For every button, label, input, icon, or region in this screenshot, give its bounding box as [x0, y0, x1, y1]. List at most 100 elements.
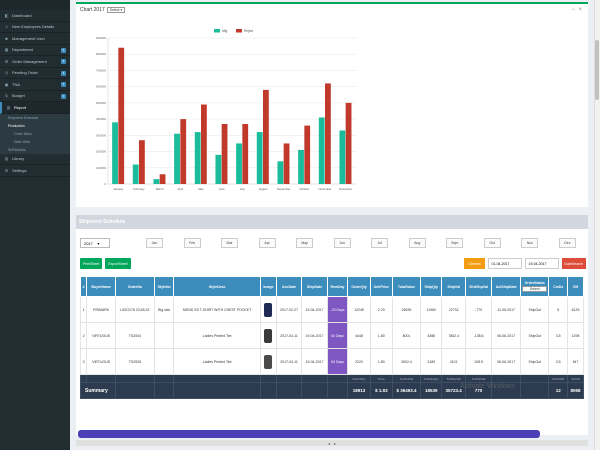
table-row[interactable]: 1 PRIMARK L82O176 23,55,32 Big star MENS SS … — [79, 296, 584, 323]
bar-reject — [221, 123, 228, 184]
table-row[interactable]: 3 VIRTUOUS TS2005 Ladies Printed Tee 2017-04… — [79, 348, 584, 375]
column-header[interactable]: StyleDesc — [173, 276, 261, 297]
summary-cell: $ 36493.4 — [392, 382, 421, 399]
y-tick-label: 400000 — [96, 117, 106, 121]
cell-oqty: 2220 — [347, 348, 371, 375]
column-header[interactable]: CM — [567, 276, 584, 297]
month-button-jul[interactable]: Jul — [371, 238, 389, 248]
month-button-jan[interactable]: Jan — [146, 238, 163, 248]
cell-order: L82O176 23,55,32 — [114, 296, 155, 323]
sidebar-item-label: Department — [12, 47, 33, 53]
cell-short: -770 — [464, 296, 493, 323]
cell-status: ShipOut — [520, 296, 550, 323]
sidebar-sub-shipment-schedule[interactable]: Shipment Schedule — [0, 114, 70, 122]
summary-cell — [114, 382, 155, 399]
sidebar-item-label: Management User — [12, 35, 45, 41]
year-dropdown[interactable]: 2017 ▾ — [80, 238, 110, 248]
print-sheet-button[interactable]: PrintSheet — [80, 258, 103, 269]
scroll-right-icon[interactable]: ▸ — [334, 441, 336, 446]
column-header[interactable]: CmDz — [548, 276, 569, 297]
table-row[interactable]: 2 VIRTUOUS TS2004 Ladies Printed Tee 2017-04… — [79, 322, 584, 349]
calendar-icon: ▣ — [4, 81, 9, 87]
product-thumbnail[interactable] — [264, 354, 273, 369]
sidebar-item-settings[interactable]: ⚙ Settings — [0, 165, 70, 177]
vertical-scrollbar[interactable] — [594, 0, 600, 450]
year-select[interactable]: Select ▾ — [106, 7, 126, 13]
sidebar-item-new-employees-details[interactable]: ☺ New Employees Details — [0, 22, 70, 33]
sidebar-item-label: Order Management — [12, 58, 47, 64]
column-header[interactable]: StyleNo — [153, 276, 175, 297]
horizontal-scrollbar[interactable]: ◂ ▸ — [76, 440, 588, 446]
cell-act: 06-06-2017 — [491, 348, 522, 375]
column-header[interactable]: ShipDate — [301, 276, 328, 297]
close-icon[interactable]: × — [578, 7, 582, 13]
sidebar-sub-snrdetails[interactable]: SnRDetails — [0, 146, 70, 154]
month-button-nov[interactable]: Nov — [521, 238, 539, 248]
column-header[interactable]: ActShipDate — [491, 276, 522, 297]
cell-ship: 19-04-2017 — [301, 322, 328, 349]
sidebar-sub-production[interactable]: Production — [0, 122, 70, 130]
column-header[interactable]: ShrtShpVal — [464, 276, 493, 297]
sidebar-item-management-user[interactable]: ☻ Management User — [0, 33, 70, 45]
column-header[interactable]: OrderNo — [114, 276, 155, 297]
column-header[interactable]: AccDate — [275, 276, 303, 297]
sidebar-item-report[interactable]: ▥ Report — [0, 102, 70, 114]
month-button-sept[interactable]: Sept — [446, 238, 464, 248]
sidebar-sub-label: SnRDetails — [8, 147, 26, 152]
cell-desc: Ladies Printed Tee — [173, 348, 261, 375]
date-search-button[interactable]: DateSearch — [561, 258, 586, 269]
bar-reject — [242, 123, 249, 184]
sidebar-item-library[interactable]: ▤ Library — [0, 154, 70, 165]
product-thumbnail[interactable] — [264, 302, 273, 317]
column-header[interactable]: Image — [259, 276, 277, 297]
bar-reject — [263, 89, 269, 184]
dashboard-icon: ◧ — [4, 12, 9, 18]
sidebar-item-pending-order[interactable]: ◷ Pending Order 4 — [0, 68, 70, 79]
date-from-input[interactable]: 01-04-2017 — [487, 258, 522, 269]
month-button-aug[interactable]: Aug — [408, 238, 426, 248]
sidebar-item-tna[interactable]: ▣ TNA 4 — [0, 79, 70, 91]
sidebar-sub-date-wise[interactable]: Date Wise — [0, 138, 70, 146]
column-header[interactable]: OrderStatus Select — [520, 276, 550, 297]
month-button-dec[interactable]: Dec — [558, 238, 576, 248]
totals-label-cell: Price — [369, 374, 394, 383]
column-header[interactable]: UnitPrice — [369, 276, 394, 297]
minimize-icon[interactable]: − — [572, 7, 576, 13]
sidebar-item-order-management[interactable]: ⊞ Order Management 4 — [0, 56, 70, 68]
column-header[interactable]: TotalValue — [392, 276, 421, 297]
sidebar-item-department[interactable]: ▦ Department 4 — [0, 45, 70, 56]
column-header[interactable]: OrderQty — [347, 276, 371, 297]
sidebar-sub-order-wise[interactable]: Order Wise — [0, 130, 70, 138]
bar-reject — [159, 174, 166, 184]
sidebar-item-dashboard[interactable]: ◧ Dashboard — [0, 10, 70, 22]
cell-order: TS2004 — [114, 322, 155, 349]
scroll-left-icon[interactable]: ◂ — [328, 441, 330, 446]
column-header[interactable]: ShipVal — [441, 276, 466, 297]
cleared-button[interactable]: Cleared — [464, 258, 485, 269]
totals-label-cell — [86, 374, 116, 383]
export-sheet-button[interactable]: ExportSheet — [105, 258, 131, 269]
date-to-input[interactable]: 19-04-2017 — [524, 258, 559, 269]
sidebar-item-label: Settings — [12, 167, 27, 173]
month-button-mar[interactable]: Mar — [221, 238, 239, 248]
column-header[interactable]: RemDay — [326, 276, 349, 297]
column-header[interactable]: ShipQty — [419, 276, 443, 297]
month-button-may[interactable]: May — [296, 238, 314, 248]
product-thumbnail[interactable] — [264, 328, 273, 343]
bar-reject — [283, 143, 290, 184]
legend-swatch — [236, 29, 242, 33]
scrollbar-thumb[interactable] — [595, 40, 599, 100]
cell-img — [259, 348, 277, 375]
sidebar-item-budget[interactable]: $ Budget 4 — [0, 91, 70, 102]
cell-buyer: VIRTUOUS — [86, 322, 116, 349]
cell-short: -138.6 — [464, 322, 493, 349]
status-filter-select[interactable]: Select — [522, 286, 548, 292]
month-button-oct[interactable]: Oct — [483, 238, 501, 248]
bar-mfg — [339, 130, 346, 184]
month-button-feb[interactable]: Feb — [183, 238, 201, 248]
cell-desc: MENS SS T-SHIRT WITH CHEST POCKET — [173, 296, 261, 323]
month-button-apr[interactable]: Apr — [258, 238, 276, 248]
column-header[interactable]: BuyerName — [86, 276, 116, 297]
month-button-jun[interactable]: Jun — [333, 238, 351, 248]
count-badge: 4 — [61, 93, 66, 99]
